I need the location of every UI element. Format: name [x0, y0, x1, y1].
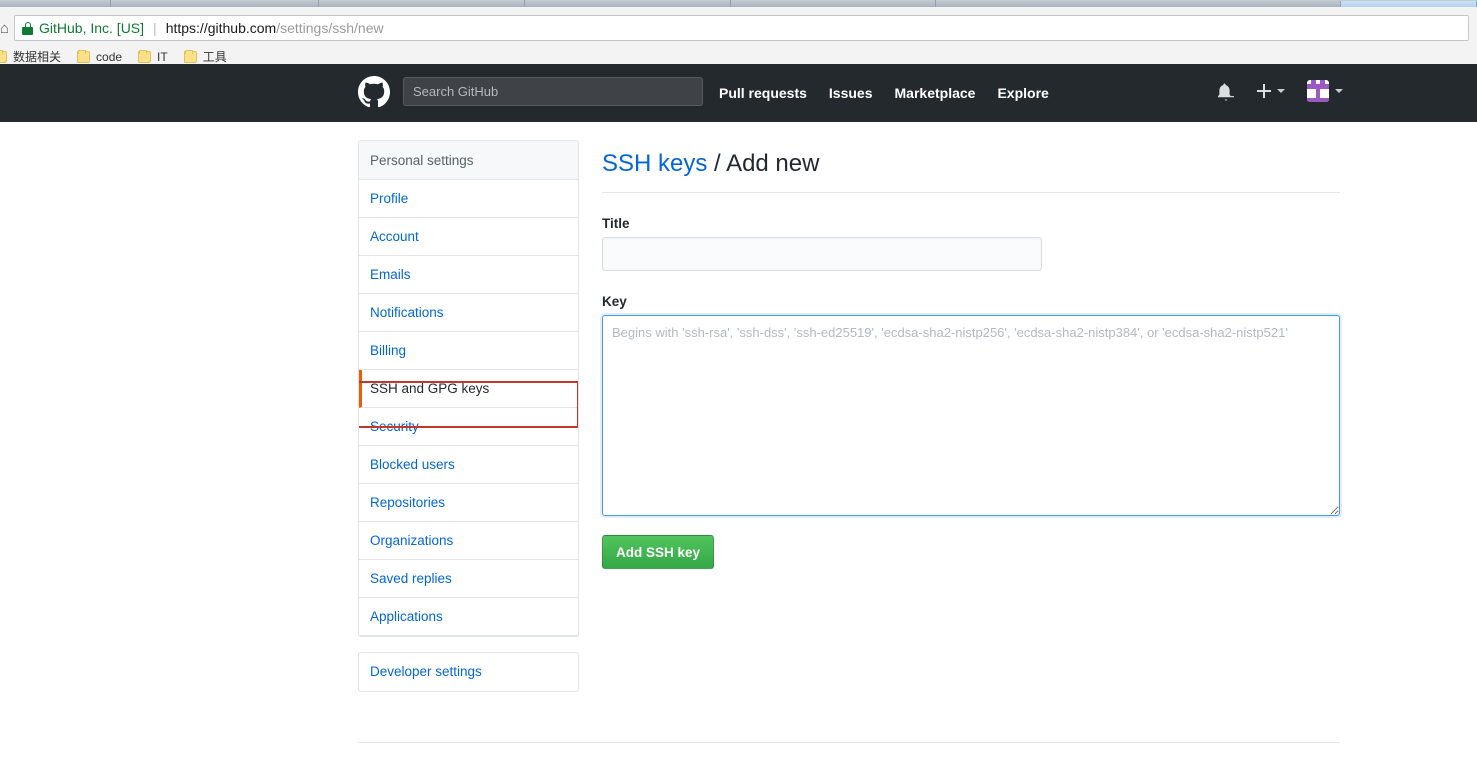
bookmark-item[interactable]: code [77, 50, 122, 64]
sidebar-item-blocked-users[interactable]: Blocked users [359, 446, 578, 484]
add-ssh-key-button[interactable]: Add SSH key [602, 535, 715, 569]
key-field-label: Key [602, 294, 627, 309]
nav-pull-requests[interactable]: Pull requests [719, 85, 807, 101]
folder-icon [183, 50, 197, 63]
page-title: SSH keys / Add new [602, 140, 1340, 193]
tab-seam [935, 0, 936, 7]
sidebar-item-repositories[interactable]: Repositories [359, 484, 578, 522]
sidebar-item-organizations[interactable]: Organizations [359, 522, 578, 560]
sidebar-item-developer-settings[interactable]: Developer settings [359, 653, 578, 691]
sidebar-item-saved-replies[interactable]: Saved replies [359, 560, 578, 598]
padlock-icon [22, 21, 33, 35]
bell-icon[interactable] [1218, 82, 1234, 101]
sidebar-item-emails[interactable]: Emails [359, 256, 578, 294]
title-field-label: Title [602, 216, 630, 231]
nav-explore[interactable]: Explore [997, 85, 1048, 101]
sidebar-item-account[interactable]: Account [359, 218, 578, 256]
tab-seam [524, 0, 525, 7]
url-host: https://github.com [165, 20, 277, 36]
main-content: SSH keys / Add new Title Key Add SSH key [602, 140, 1340, 569]
folder-icon [77, 50, 91, 63]
breadcrumb-ssh-keys-link[interactable]: SSH keys [602, 150, 707, 177]
settings-sidebar-secondary: Developer settings [358, 652, 579, 692]
search-input[interactable] [403, 77, 703, 106]
url-path: /settings/ssh/new [276, 20, 384, 36]
site-identity-label: GitHub, Inc. [US] [39, 20, 145, 36]
tab-seam [730, 0, 731, 7]
browser-tab-strip[interactable] [0, 0, 1477, 7]
url-separator: | [153, 20, 157, 36]
bookmark-item[interactable]: IT [138, 50, 168, 64]
sidebar-item-profile[interactable]: Profile [359, 180, 578, 218]
sidebar-item-billing[interactable]: Billing [359, 332, 578, 370]
sidebar-item-ssh-and-gpg-keys[interactable]: SSH and GPG keys [359, 370, 578, 408]
breadcrumb-current: Add new [726, 150, 820, 177]
sidebar-item-notifications[interactable]: Notifications [359, 294, 578, 332]
chevron-down-icon [1277, 89, 1285, 93]
browser-chrome: ⌂ GitHub, Inc. [US] | https://github.com… [0, 0, 1477, 64]
github-header-actions [1218, 80, 1477, 102]
nav-marketplace[interactable]: Marketplace [895, 85, 976, 101]
folder-icon [0, 50, 7, 63]
sidebar-header: Personal settings [359, 141, 578, 180]
tab-seam [318, 0, 319, 7]
plus-icon [1257, 84, 1271, 98]
user-menu[interactable] [1307, 80, 1343, 102]
settings-sidebar: Personal settings Profile Account Emails… [358, 140, 579, 637]
bookmark-item[interactable]: 数据相关 [0, 50, 61, 64]
sidebar-item-applications[interactable]: Applications [359, 598, 578, 636]
github-primary-nav: Pull requests Issues Marketplace Explore [719, 85, 1049, 101]
create-new-menu[interactable] [1257, 84, 1285, 98]
bookmark-item[interactable]: 工具 [183, 50, 227, 64]
tab-seam [110, 0, 111, 7]
breadcrumb-separator: / [714, 150, 721, 177]
nav-issues[interactable]: Issues [829, 85, 873, 101]
bookmark-label: IT [157, 50, 168, 64]
title-input[interactable] [602, 237, 1042, 271]
folder-icon [138, 50, 152, 63]
chevron-down-icon [1335, 89, 1343, 93]
key-textarea[interactable] [602, 315, 1340, 516]
back-navigation-icon[interactable]: ⌂ [0, 19, 14, 39]
bookmark-label: 工具 [202, 50, 227, 64]
url-text: https://github.com/settings/ssh/new [166, 20, 384, 36]
bookmark-label: 数据相关 [13, 50, 62, 64]
page-body: Personal settings Profile Account Emails… [0, 122, 1477, 757]
sidebar-item-security[interactable]: Security [359, 408, 578, 446]
address-bar[interactable]: GitHub, Inc. [US] | https://github.com/s… [14, 15, 1469, 41]
browser-toolbar: ⌂ GitHub, Inc. [US] | https://github.com… [0, 7, 1477, 64]
bookmark-label: code [96, 50, 123, 64]
avatar [1307, 80, 1329, 102]
footer-divider [358, 742, 1340, 743]
github-mark-icon[interactable] [358, 76, 390, 108]
